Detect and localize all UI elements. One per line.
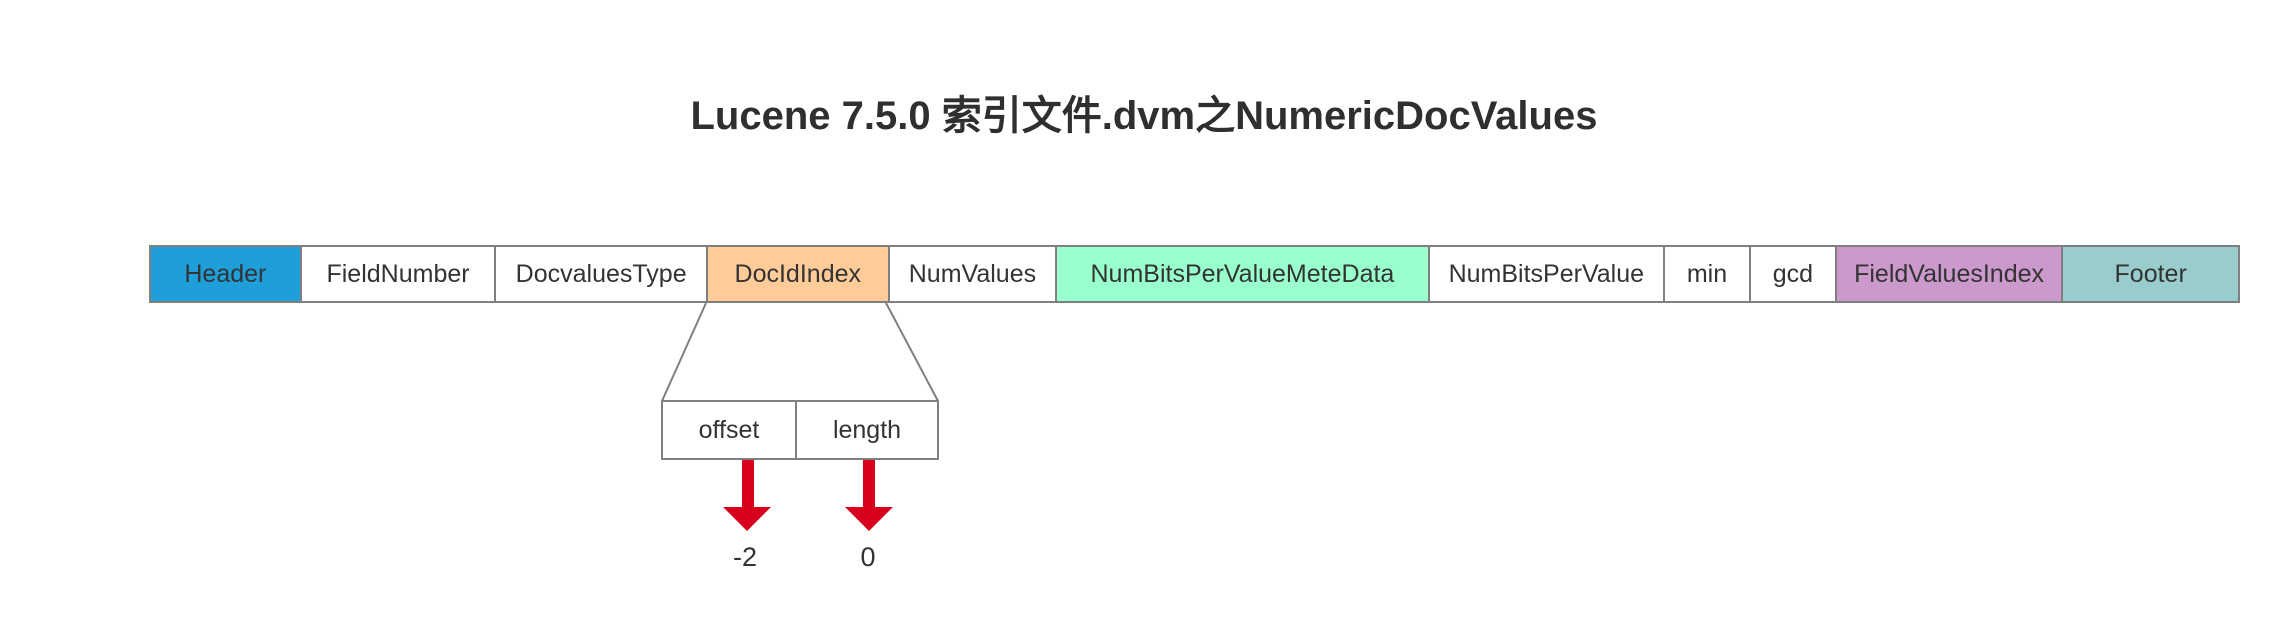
length-arrow [845,460,893,531]
connector-lines [661,302,939,531]
length-value: 0 [860,542,876,572]
expand-line-left [661,302,707,402]
offset-arrow [723,460,771,531]
expand-line-right [885,302,939,402]
length-cell: length [832,415,902,444]
doc-id-index-detail: offset length [661,400,939,460]
offset-value: -2 [732,542,757,572]
offset-cell: offset [663,402,797,458]
